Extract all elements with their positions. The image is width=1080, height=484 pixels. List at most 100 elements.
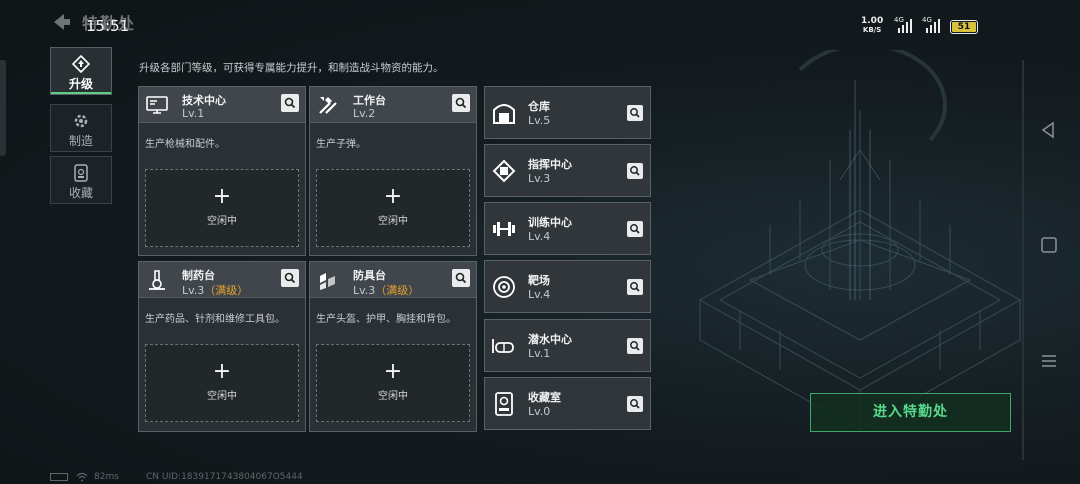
- tab-label: 收藏: [68, 186, 93, 200]
- user-uid: CN UID:1839171743804067O5444: [146, 472, 303, 482]
- signal-icon: 4G: [894, 16, 916, 33]
- tab-label: 制造: [68, 134, 93, 148]
- slot-status: 空闲中: [378, 391, 408, 402]
- search-icon[interactable]: [452, 94, 470, 112]
- tab-upgrade[interactable]: 升级: [50, 47, 112, 95]
- microscope-icon: [149, 270, 165, 290]
- facility-level: Lv.4: [528, 230, 551, 243]
- facility-level: Lv.4: [528, 288, 551, 301]
- facility-level: Lv.5: [528, 114, 551, 127]
- department-name: 技术中心: [182, 94, 226, 107]
- max-level-note: （满级）: [375, 284, 420, 297]
- edge-handle[interactable]: [0, 60, 6, 156]
- level-value: Lv.3: [182, 284, 205, 297]
- facility-level: Lv.0: [528, 405, 551, 418]
- department-name: 制药台: [182, 269, 215, 282]
- card-header: 工作台 Lv.2: [310, 87, 476, 123]
- search-icon[interactable]: [627, 163, 643, 179]
- level-value: Lv.1: [182, 107, 205, 120]
- production-slot[interactable]: + 空闲中: [145, 169, 299, 247]
- tab-manufacture[interactable]: 制造: [50, 104, 112, 152]
- slot-status: 空闲中: [378, 216, 408, 227]
- footer-battery-icon: [50, 473, 68, 481]
- network-type-label: 4G: [922, 16, 932, 24]
- warehouse-icon: [493, 104, 515, 124]
- facility-level: Lv.3: [528, 172, 551, 185]
- upgrade-icon: [72, 55, 90, 73]
- tools-icon: [319, 97, 337, 114]
- facility-command-center[interactable]: 指挥中心 Lv.3: [484, 144, 651, 197]
- department-level: Lv.3（满级）: [182, 282, 248, 298]
- plus-icon: +: [383, 359, 403, 384]
- card-header: 防具台 Lv.3（满级）: [310, 262, 476, 298]
- clock: 15:51: [86, 17, 130, 35]
- department-card[interactable]: 技术中心 Lv.1 生产枪械和配件。 + 空闲中: [138, 86, 306, 256]
- gear-icon: [74, 114, 88, 128]
- department-card[interactable]: 防具台 Lv.3（满级） 生产头盔、护甲、胸挂和背包。 + 空闲中: [309, 261, 477, 432]
- department-name: 工作台: [353, 94, 386, 107]
- plus-icon: +: [212, 184, 232, 209]
- level-value: Lv.3: [353, 284, 376, 297]
- tab-collection[interactable]: 收藏: [50, 156, 112, 204]
- search-icon[interactable]: [627, 338, 643, 354]
- network-speed-unit: KB/S: [862, 26, 882, 34]
- department-level: Lv.1: [182, 107, 204, 120]
- department-level: Lv.2: [353, 107, 375, 120]
- search-icon[interactable]: [627, 279, 643, 295]
- search-icon[interactable]: [281, 94, 299, 112]
- enter-special-ops-button[interactable]: 进入特勤处: [810, 393, 1011, 432]
- facility-warehouse[interactable]: 仓库 Lv.5: [484, 86, 651, 139]
- collection-icon: [74, 164, 88, 182]
- department-description: 生产药品、针剂和维修工具包。: [145, 314, 285, 325]
- display-case-icon: [495, 392, 513, 416]
- search-icon[interactable]: [627, 396, 643, 412]
- department-description: 生产子弹。: [316, 139, 366, 150]
- nav-menu-icon[interactable]: [1040, 352, 1058, 370]
- department-description: 生产头盔、护甲、胸挂和背包。: [316, 314, 456, 325]
- facility-shooting-range[interactable]: 靶场 Lv.4: [484, 260, 651, 313]
- battery-level: 51: [952, 22, 976, 32]
- search-icon[interactable]: [627, 221, 643, 237]
- armor-icon: [320, 273, 335, 290]
- slot-status: 空闲中: [207, 216, 237, 227]
- department-description: 生产枪械和配件。: [145, 139, 225, 150]
- target-icon: [493, 276, 515, 298]
- card-header: 技术中心 Lv.1: [139, 87, 305, 123]
- intro-text: 升级各部门等级，可获得专属能力提升，和制造战斗物资的能力。: [139, 62, 444, 74]
- battery-icon: 51: [950, 20, 978, 34]
- wifi-icon: [76, 472, 88, 482]
- max-level-note: （满级）: [204, 284, 249, 297]
- search-icon[interactable]: [281, 269, 299, 287]
- card-header: 制药台 Lv.3（满级）: [139, 262, 305, 298]
- nav-back-icon[interactable]: [1040, 121, 1056, 139]
- department-name: 防具台: [353, 269, 386, 282]
- facility-name: 训练中心: [528, 216, 572, 229]
- network-speed: 1.00 KB/S: [861, 17, 883, 35]
- monitor-icon: [146, 96, 168, 114]
- tab-label: 升级: [68, 77, 93, 91]
- search-icon[interactable]: [452, 269, 470, 287]
- dumbbell-icon: [493, 222, 515, 236]
- back-arrow-icon[interactable]: [50, 12, 72, 32]
- facility-diving-center[interactable]: 潜水中心 Lv.1: [484, 319, 651, 372]
- ping-readout: 82ms: [94, 472, 119, 482]
- facility-name: 仓库: [528, 100, 550, 113]
- production-slot[interactable]: + 空闲中: [316, 169, 470, 247]
- facility-name: 收藏室: [528, 391, 561, 404]
- production-slot[interactable]: + 空闲中: [145, 344, 299, 422]
- department-card[interactable]: 工作台 Lv.2 生产子弹。 + 空闲中: [309, 86, 477, 256]
- slot-status: 空闲中: [207, 391, 237, 402]
- facility-training-center[interactable]: 训练中心 Lv.4: [484, 202, 651, 255]
- network-speed-value: 1.00: [861, 16, 884, 26]
- facility-collection-room[interactable]: 收藏室 Lv.0: [484, 377, 651, 430]
- search-icon[interactable]: [627, 105, 643, 121]
- divider: [1022, 60, 1024, 460]
- department-level: Lv.3（满级）: [353, 282, 419, 298]
- department-card[interactable]: 制药台 Lv.3（满级） 生产药品、针剂和维修工具包。 + 空闲中: [138, 261, 306, 432]
- nav-home-icon[interactable]: [1040, 236, 1058, 254]
- facility-level: Lv.1: [528, 347, 551, 360]
- production-slot[interactable]: + 空闲中: [316, 344, 470, 422]
- chip-icon: [492, 159, 516, 183]
- signal-icon: 4G: [922, 16, 944, 33]
- facility-name: 指挥中心: [528, 158, 572, 171]
